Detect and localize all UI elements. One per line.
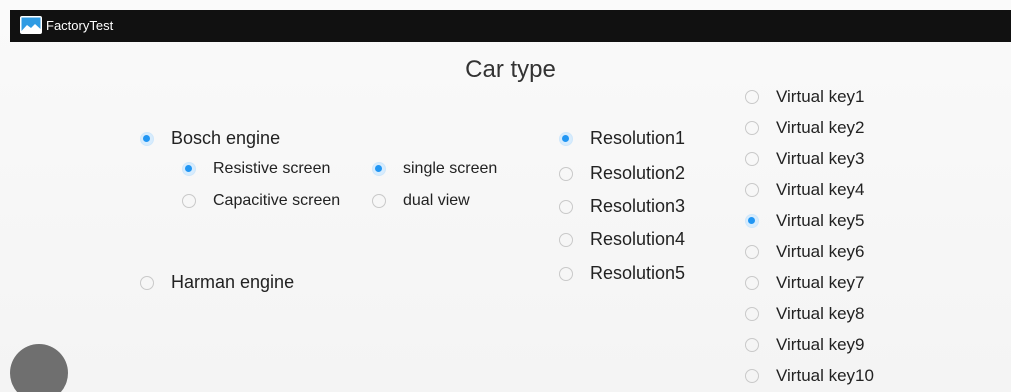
radio-checked-icon[interactable] [140,131,154,146]
radio-checked-icon[interactable] [745,214,759,228]
radio-unchecked-icon[interactable] [745,245,759,259]
virtual-key-label: Virtual key9 [776,335,865,354]
virtual-key-option-1[interactable]: Virtual key1 [745,87,865,107]
radio-checked-icon[interactable] [372,162,386,176]
engine-option-harman[interactable]: Harman engine [140,272,294,293]
radio-unchecked-icon[interactable] [372,194,386,208]
resolution-label: Resolution2 [590,163,686,183]
radio-unchecked-icon[interactable] [559,266,573,281]
virtual-key-option-8[interactable]: Virtual key8 [745,304,865,324]
virtual-key-option-6[interactable]: Virtual key6 [745,242,865,262]
resolution-option-5[interactable]: Resolution5 [559,263,685,284]
radio-unchecked-icon[interactable] [745,276,759,290]
factory-test-screen: FactoryTest Car type Bosch engine Resist… [0,0,1011,392]
virtual-key-label: Virtual key7 [776,273,865,292]
app-title: FactoryTest [46,18,114,33]
screen-type-label: Capacitive screen [213,192,341,209]
virtual-key-label: Virtual key1 [776,87,865,106]
resolution-option-4[interactable]: Resolution4 [559,229,685,250]
virtual-key-label: Virtual key4 [776,180,865,199]
engine-option-bosch[interactable]: Bosch engine [140,128,280,149]
screen-type-capacitive[interactable]: Capacitive screen [182,192,340,210]
radio-unchecked-icon[interactable] [559,232,573,247]
view-mode-single-screen[interactable]: single screen [372,160,497,178]
resolution-option-3[interactable]: Resolution3 [559,196,685,217]
virtual-key-option-4[interactable]: Virtual key4 [745,180,865,200]
virtual-key-option-10[interactable]: Virtual key10 [745,366,874,386]
radio-unchecked-icon[interactable] [745,369,759,383]
radio-unchecked-icon[interactable] [182,194,196,208]
resolution-label: Resolution4 [590,229,686,249]
screen-type-label: Resistive screen [213,160,331,177]
radio-unchecked-icon[interactable] [745,152,759,166]
image-icon [20,16,42,34]
virtual-key-option-7[interactable]: Virtual key7 [745,273,865,293]
virtual-key-label: Virtual key2 [776,118,865,137]
radio-unchecked-icon[interactable] [559,199,573,214]
engine-option-label: Harman engine [171,272,295,292]
screen-type-resistive[interactable]: Resistive screen [182,160,330,178]
resolution-label: Resolution3 [590,196,686,216]
virtual-key-label: Virtual key8 [776,304,865,323]
resolution-label: Resolution5 [590,263,686,283]
virtual-key-option-3[interactable]: Virtual key3 [745,149,865,169]
radio-unchecked-icon[interactable] [745,90,759,104]
title-bar: FactoryTest [10,10,1011,42]
virtual-key-option-9[interactable]: Virtual key9 [745,335,865,355]
radio-unchecked-icon[interactable] [745,121,759,135]
radio-unchecked-icon[interactable] [140,275,154,290]
radio-unchecked-icon[interactable] [745,183,759,197]
page-title: Car type [465,56,556,83]
resolution-label: Resolution1 [590,128,686,148]
main-content: Car type Bosch engine Resistive screen C… [10,42,1011,392]
engine-option-label: Bosch engine [171,128,281,148]
virtual-key-option-2[interactable]: Virtual key2 [745,118,865,138]
radio-unchecked-icon[interactable] [745,338,759,352]
radio-unchecked-icon[interactable] [745,307,759,321]
view-mode-dual-view[interactable]: dual view [372,192,470,210]
resolution-option-1[interactable]: Resolution1 [559,128,685,149]
view-mode-label: dual view [403,192,470,209]
resolution-option-2[interactable]: Resolution2 [559,163,685,184]
virtual-key-label: Virtual key10 [776,366,874,385]
virtual-key-option-5[interactable]: Virtual key5 [745,211,865,231]
radio-checked-icon[interactable] [182,162,196,176]
radio-checked-icon[interactable] [559,131,573,146]
radio-unchecked-icon[interactable] [559,166,573,181]
virtual-key-label: Virtual key5 [776,211,865,230]
view-mode-label: single screen [403,160,498,177]
virtual-key-label: Virtual key3 [776,149,865,168]
virtual-key-label: Virtual key6 [776,242,865,261]
